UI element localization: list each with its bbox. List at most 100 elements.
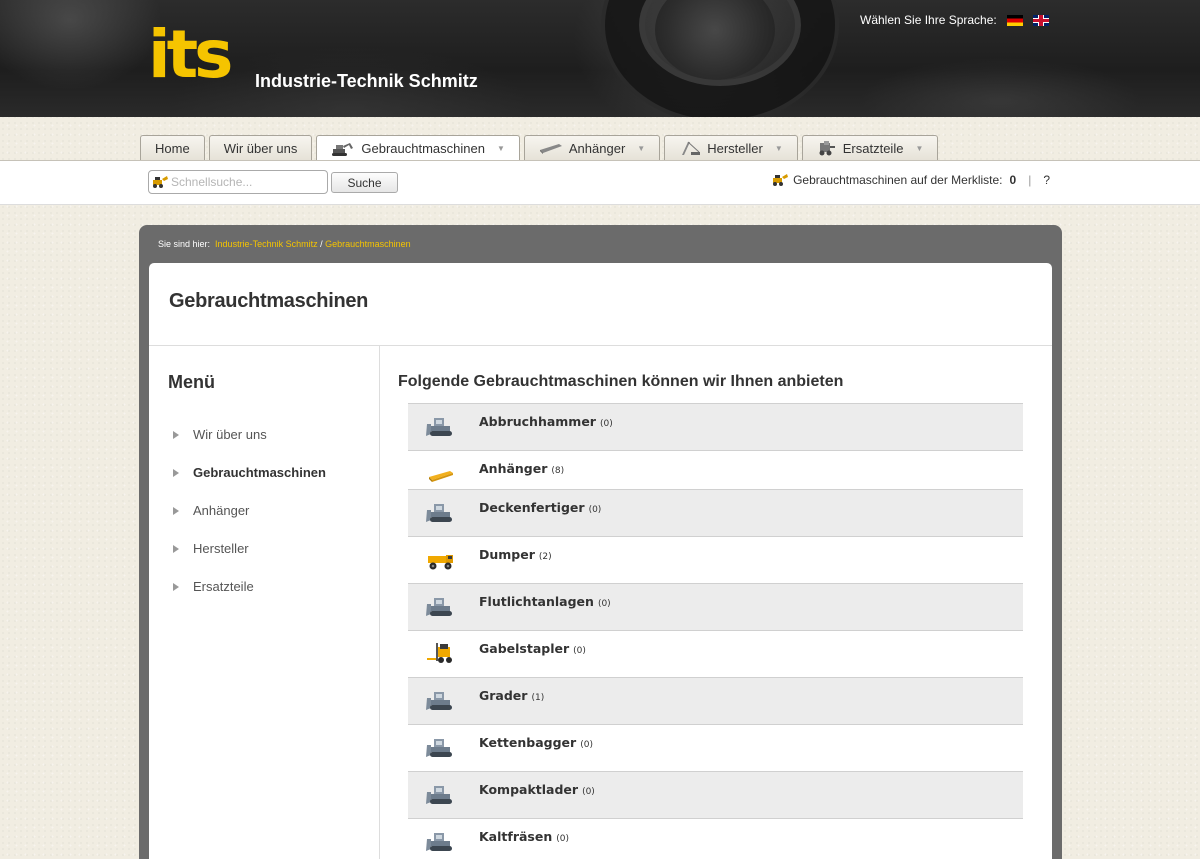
tab-label: Ersatzteile [842,140,904,156]
category-name: Kompaktlader [479,782,579,797]
search-box [148,170,328,194]
list-item[interactable]: Kompaktlader (0) [408,771,1023,818]
search-input[interactable] [171,175,321,189]
breadcrumb-current-link[interactable]: Gebrauchtmaschinen [325,239,411,249]
breadcrumb: Sie sind hier: Industrie-Technik Schmitz… [158,239,411,249]
list-item[interactable]: Anhänger (8) [408,450,1023,489]
bulldozer-icon [426,598,452,616]
category-count: (0) [597,599,611,609]
header-tire-ring [605,0,835,117]
page-title: Gebrauchtmaschinen [169,290,369,312]
sidebar-item-manufacturers[interactable]: Hersteller [173,529,326,568]
category-name: Abbruchhammer [479,414,596,429]
category-name: Gabelstapler [479,641,570,656]
tab-manufacturers[interactable]: Hersteller ▼ [664,135,798,160]
breadcrumb-separator: / [320,239,323,249]
category-name: Grader [479,688,528,703]
category-name: Kettenbagger [479,735,577,750]
sidebar-item-label: Anhänger [193,503,250,518]
sidebar-item-label: Ersatzteile [193,579,254,594]
tab-label: Home [155,140,190,156]
category-count: (1) [531,693,545,703]
category-count: (0) [580,740,593,750]
sidebar-divider [379,346,380,859]
bulldozer-icon [426,504,452,522]
watchlist-count: 0 [1009,173,1017,187]
forklift-icon [427,643,452,663]
category-count: (0) [588,505,602,515]
category-count: (0) [556,834,569,844]
category-name: Anhänger [479,461,548,476]
english-flag-icon[interactable] [1032,14,1049,26]
german-flag-icon[interactable] [1006,14,1023,26]
tab-trailers[interactable]: Anhänger ▼ [523,135,661,160]
category-name: Flutlichtanlagen [479,594,594,609]
tab-spare-parts[interactable]: Ersatzteile ▼ [801,135,939,160]
crane-icon [682,141,701,155]
title-divider [149,345,1052,346]
sidebar-item-label: Gebrauchtmaschinen [193,465,326,480]
category-name: Dumper [479,547,535,562]
excavator-icon [332,142,354,156]
list-item[interactable]: Deckenfertiger (0) [408,489,1023,536]
bulldozer-icon [426,786,452,804]
sidebar-item-trailers[interactable]: Anhänger [173,491,326,530]
chevron-down-icon: ▼ [774,143,783,153]
divider: | [1028,173,1032,187]
list-item[interactable]: Abbruchhammer (0) [408,403,1023,450]
tab-label: Gebrauchtmaschinen [361,141,485,156]
category-count: (2) [538,552,552,562]
bulldozer-icon [426,739,452,757]
search-button[interactable]: Suche [331,172,398,193]
bulldozer-icon [426,418,452,436]
list-item[interactable]: Gabelstapler (0) [408,630,1023,677]
sidebar-item-label: Hersteller [193,541,249,556]
tab-label: Wir über uns [223,140,298,156]
watchlist-info: Gebrauchtmaschinen auf der Merkliste: 0 … [771,173,1050,187]
parts-icon [819,141,835,156]
tab-used-machines[interactable]: Gebrauchtmaschinen ▼ [316,135,520,161]
category-name: Deckenfertiger [479,500,585,515]
chevron-down-icon: ▼ [915,143,924,153]
sidebar-menu: Wir über uns Gebrauchtmaschinen Anhänger… [173,416,326,606]
category-count: (0) [582,787,595,797]
watchlist-machine-icon [773,174,789,186]
site-header: its Industrie-Technik Schmitz Wählen Sie… [0,0,1200,117]
language-prompt: Wählen Sie Ihre Sprache: [860,13,997,27]
site-logo[interactable]: its [148,22,233,88]
category-name: Kaltfräsen [479,829,553,844]
list-item[interactable]: Grader (1) [408,677,1023,724]
category-list-heading: Folgende Gebrauchtmaschinen können wir I… [398,373,844,390]
tab-home[interactable]: Home [140,135,205,160]
tab-label: Anhänger [568,140,626,156]
trailer-icon [429,471,453,482]
breadcrumb-prefix: Sie sind hier: [158,239,211,249]
tab-label: Hersteller [707,140,763,156]
sidebar-item-label: Wir über uns [193,427,267,442]
category-list: Abbruchhammer (0) Anhänger (8) Deckenferti… [408,403,1023,859]
chevron-down-icon: ▼ [637,143,646,153]
bulldozer-icon [426,833,452,851]
dumper-icon [428,555,453,570]
sidebar-item-about[interactable]: Wir über uns [173,415,326,454]
sidebar-item-used-machines[interactable]: Gebrauchtmaschinen [173,453,326,492]
help-link[interactable]: ? [1043,173,1050,187]
search-machine-icon [153,176,168,188]
watchlist-label[interactable]: Gebrauchtmaschinen auf der Merkliste: [793,173,1002,187]
tab-about[interactable]: Wir über uns [208,135,313,160]
main-nav: Home Wir über uns Gebrauchtmaschinen ▼ A… [140,135,939,161]
category-count: (8) [551,466,565,476]
list-item[interactable]: Kaltfräsen (0) [408,818,1023,859]
trailer-icon [539,144,562,154]
list-item[interactable]: Kettenbagger (0) [408,724,1023,771]
company-name[interactable]: Industrie-Technik Schmitz [255,71,478,92]
category-count: (0) [599,419,613,429]
bulldozer-icon [426,692,452,710]
sidebar-title: Menü [168,372,215,392]
sidebar-item-spare-parts[interactable]: Ersatzteile [173,567,326,606]
chevron-down-icon: ▼ [496,144,505,153]
category-count: (0) [573,646,586,656]
list-item[interactable]: Flutlichtanlagen (0) [408,583,1023,630]
breadcrumb-home-link[interactable]: Industrie-Technik Schmitz [215,239,318,249]
list-item[interactable]: Dumper (2) [408,536,1023,583]
